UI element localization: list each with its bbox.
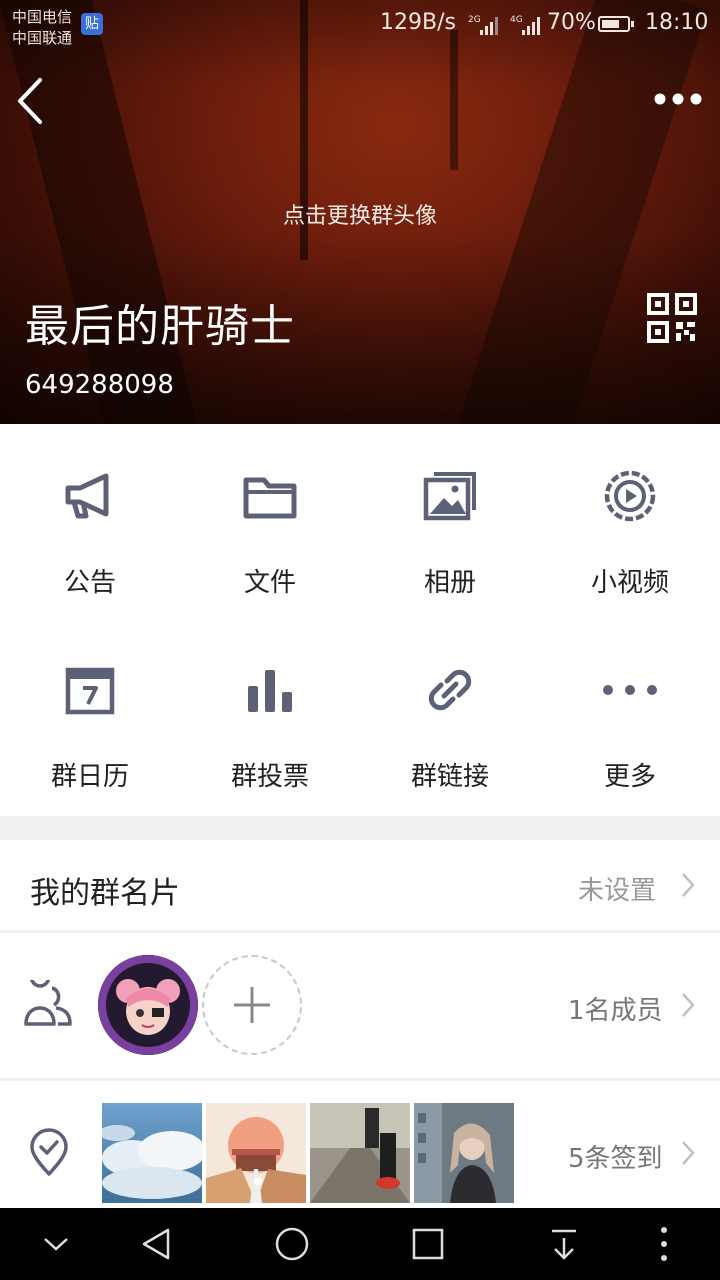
sim1-net-label: 2G [468, 15, 481, 25]
feature-label: 小视频 [590, 568, 669, 598]
members-icon [22, 964, 76, 1030]
checkin-count: 5条签到 [568, 1144, 663, 1174]
members-count: 1名成员 [568, 996, 663, 1026]
change-avatar-hint[interactable]: 点击更换群头像 [0, 198, 720, 230]
battery-level-fill [602, 20, 619, 28]
calendar-icon [62, 662, 118, 718]
group-card-label: 我的群名片 [30, 876, 180, 911]
pull-down-icon [552, 1229, 576, 1260]
nav-back-button[interactable] [130, 1218, 182, 1270]
battery-icon [598, 16, 634, 32]
chevron-down-icon [44, 1238, 68, 1251]
feature-files[interactable]: 文件 [180, 424, 360, 620]
battery-percent: 70% [547, 10, 596, 35]
vote-chart-icon [242, 662, 298, 718]
checkin-thumbnail[interactable] [310, 1103, 410, 1203]
feature-more[interactable]: 更多 [540, 620, 720, 816]
group-card-value: 未设置 [578, 876, 657, 906]
qr-code-icon [647, 293, 697, 343]
vertical-dots-icon [661, 1227, 667, 1261]
folder-icon [242, 468, 298, 524]
plus-icon [234, 987, 270, 1023]
feature-label: 群投票 [230, 762, 309, 792]
location-check-icon [28, 1128, 70, 1178]
sim2-net-label: 4G [510, 15, 523, 25]
group-id: 649288098 [25, 370, 174, 400]
feature-label: 更多 [603, 762, 656, 792]
feature-label: 群日历 [50, 762, 129, 792]
feature-short-video[interactable]: 小视频 [540, 424, 720, 620]
feature-announcement[interactable]: 公告 [0, 424, 180, 620]
feature-vote[interactable]: 群投票 [180, 620, 360, 816]
feature-link[interactable]: 群链接 [360, 620, 540, 816]
carrier-1: 中国电信 [12, 8, 73, 26]
nav-menu-button[interactable] [638, 1218, 690, 1270]
square-recents-icon [412, 1228, 444, 1260]
megaphone-icon [62, 468, 118, 524]
signal-icon: 2G [468, 14, 502, 40]
feature-label: 文件 [243, 568, 296, 598]
triangle-back-icon [142, 1228, 170, 1260]
tieba-notification-icon: 贴 [81, 13, 103, 35]
system-navigation-bar [0, 1208, 720, 1280]
more-dots-icon [654, 93, 702, 105]
carrier-2: 中国联通 [12, 29, 73, 47]
feature-calendar[interactable]: 群日历 [0, 620, 180, 816]
member-avatar[interactable] [98, 955, 198, 1055]
add-member-button[interactable] [202, 955, 302, 1055]
group-name[interactable]: 最后的肝骑士 [25, 290, 295, 354]
checkin-thumbnail[interactable] [102, 1103, 202, 1203]
circle-home-icon [275, 1227, 309, 1261]
link-icon [422, 662, 478, 718]
chevron-right-icon [681, 1140, 695, 1166]
signal-icon: 4G [510, 14, 546, 40]
checkin-thumbnail[interactable] [414, 1103, 514, 1203]
feature-label: 相册 [423, 568, 476, 598]
chevron-right-icon [681, 992, 695, 1018]
network-speed: 129B/s [380, 10, 456, 35]
feature-album[interactable]: 相册 [360, 424, 540, 620]
battery-nub [631, 21, 634, 27]
feature-label: 公告 [63, 568, 116, 598]
back-button[interactable] [14, 76, 54, 126]
album-icon [422, 468, 478, 524]
chevron-right-icon [681, 872, 695, 898]
checkin-thumbnail[interactable] [206, 1103, 306, 1203]
hide-navbar-button[interactable] [30, 1218, 82, 1270]
video-icon [602, 468, 658, 524]
feature-grid: 公告 文件 相册 小视频 群日历 群投票 群链接 更多 [0, 424, 720, 816]
qr-code-button[interactable] [646, 292, 698, 344]
more-options-button[interactable] [648, 84, 704, 114]
chevron-left-icon [18, 78, 42, 124]
nav-recents-button[interactable] [402, 1218, 454, 1270]
notification-pulldown-button[interactable] [538, 1218, 590, 1270]
more-dots-icon [602, 662, 658, 718]
feature-label: 群链接 [410, 762, 489, 792]
clock: 18:10 [645, 10, 709, 35]
nav-home-button[interactable] [266, 1218, 318, 1270]
